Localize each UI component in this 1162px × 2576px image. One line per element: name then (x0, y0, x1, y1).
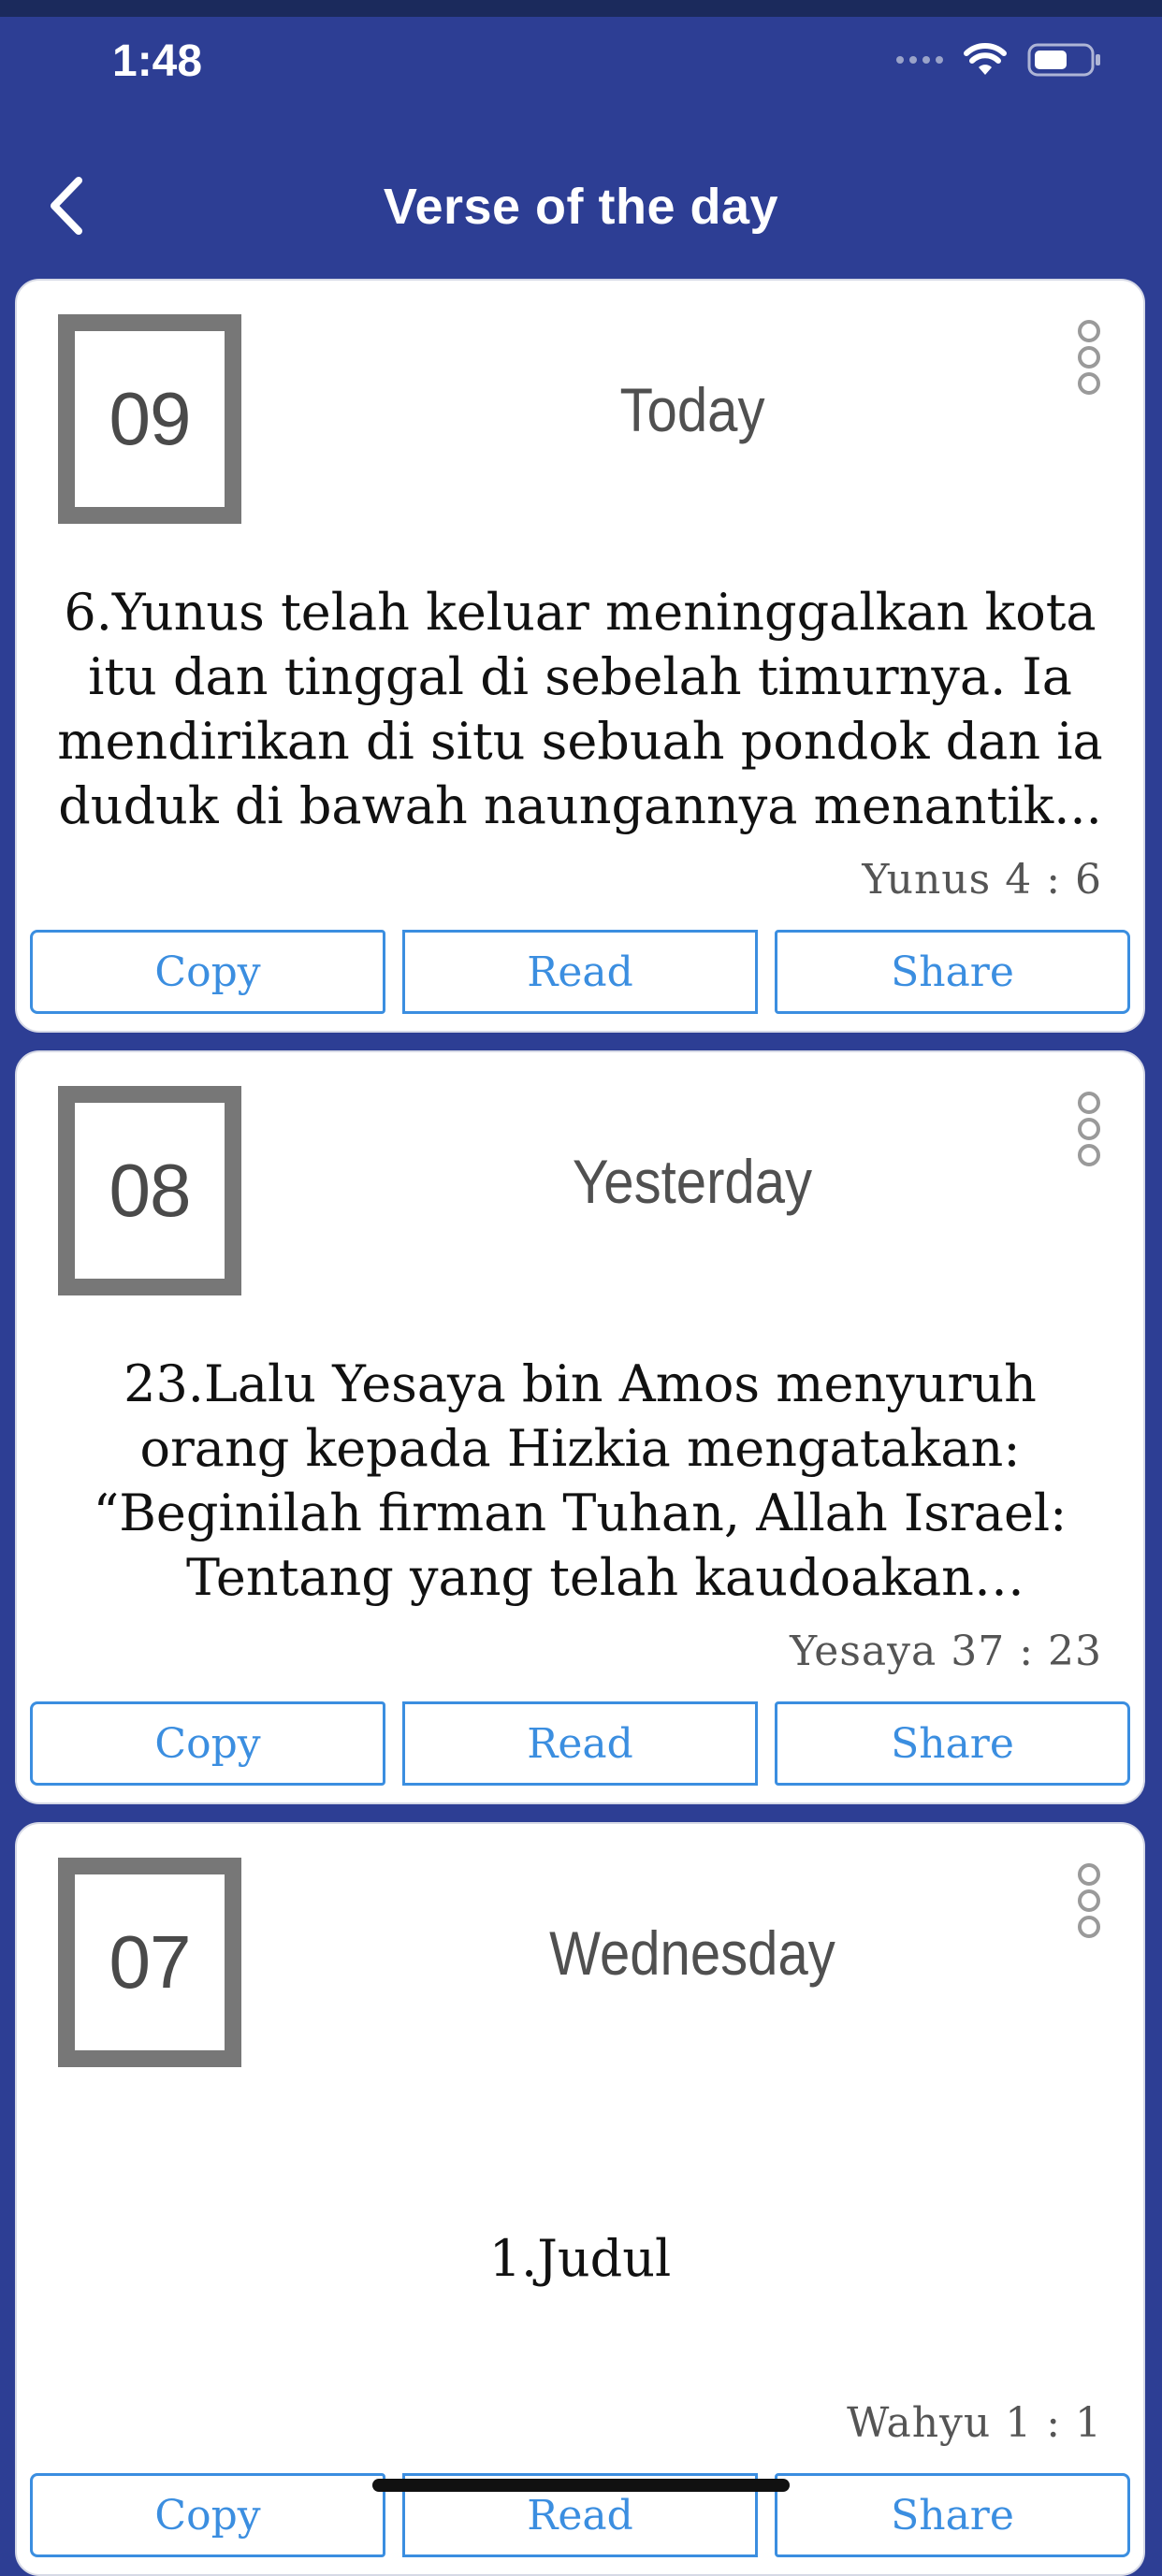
copy-button[interactable]: Copy (30, 2473, 385, 2557)
copy-button[interactable]: Copy (30, 930, 385, 1014)
card-actions: Copy Read Share (30, 930, 1130, 1014)
battery-icon (1027, 43, 1100, 77)
verse-text: 1.Judul (488, 2229, 672, 2288)
cellular-signal-icon (896, 56, 943, 64)
day-label: Today (619, 375, 765, 444)
share-button[interactable]: Share (775, 2473, 1130, 2557)
verse-text: 23.Lalu Yesaya bin Amos menyuruh orang k… (93, 1354, 1068, 1607)
verse-reference: Yesaya 37 : 23 (790, 1628, 1102, 1675)
top-edge-band (0, 0, 1162, 17)
read-button[interactable]: Read (402, 1701, 758, 1786)
verse-reference: Wahyu 1 : 1 (847, 2399, 1102, 2447)
verse-card-yesterday: 08 Yesterday 23.Lalu Yesaya bin Amos men… (15, 1050, 1145, 1804)
share-button[interactable]: Share (775, 1701, 1130, 1786)
verse-card-wednesday: 07 Wednesday 1.Judul Wahyu 1 : 1 Copy Re… (15, 1822, 1145, 2576)
home-indicator (372, 2479, 790, 2492)
day-label: Yesterday (572, 1147, 813, 1216)
status-bar: 1:48 (0, 17, 1162, 110)
wifi-icon (964, 43, 1007, 75)
date-box: 08 (58, 1086, 241, 1295)
share-button[interactable]: Share (775, 930, 1130, 1014)
date-box: 07 (58, 1858, 241, 2067)
verse-card-today: 09 Today 6.Yunus telah keluar meninggalk… (15, 279, 1145, 1033)
page-title: Verse of the day (383, 179, 779, 235)
more-vertical-icon[interactable] (1076, 1092, 1102, 1166)
verse-reference: Yunus 4 : 6 (862, 856, 1102, 904)
date-box: 09 (58, 314, 241, 524)
copy-button[interactable]: Copy (30, 1701, 385, 1786)
more-vertical-icon[interactable] (1076, 1863, 1102, 1938)
navigation-bar: Verse of the day (0, 140, 1162, 271)
read-button[interactable]: Read (402, 930, 758, 1014)
card-actions: Copy Read Share (30, 1701, 1130, 1786)
status-time: 1:48 (112, 36, 203, 86)
day-label: Wednesday (549, 1918, 835, 1988)
more-vertical-icon[interactable] (1076, 320, 1102, 395)
verse-text: 6.Yunus telah keluar meninggalkan kota i… (57, 583, 1103, 835)
status-icons (896, 41, 1102, 79)
